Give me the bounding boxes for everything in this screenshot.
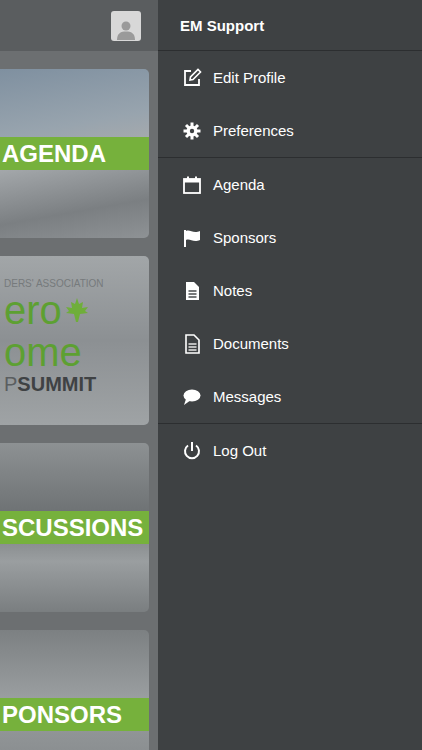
tile-card[interactable]: DERS' ASSOCIATIONeroomePSUMMIT <box>0 256 149 425</box>
menu-group: AgendaSponsorsNotesDocumentsMessages <box>158 158 422 424</box>
menu-item[interactable]: Preferences <box>158 104 422 157</box>
menu-item[interactable]: Documents <box>158 317 422 370</box>
tile-card[interactable]: SCUSSIONS <box>0 443 149 612</box>
tile-card[interactable]: PONSORS <box>0 630 149 750</box>
tile-label: AGENDA <box>0 137 149 170</box>
gear-icon <box>182 121 202 141</box>
menu-group: Edit ProfilePreferences <box>158 51 422 158</box>
doc-icon <box>182 334 202 354</box>
summit-logo: DERS' ASSOCIATIONeroomePSUMMIT <box>0 278 149 396</box>
notes-icon <box>182 281 202 301</box>
tile-label: PONSORS <box>0 698 149 731</box>
menu-item[interactable]: Sponsors <box>158 211 422 264</box>
power-icon <box>182 441 202 461</box>
menu-item[interactable]: Log Out <box>158 424 422 477</box>
avatar-button[interactable] <box>111 11 141 41</box>
tile-label: SCUSSIONS <box>0 511 149 544</box>
menu-item[interactable]: Agenda <box>158 158 422 211</box>
tile-card[interactable]: AGENDA <box>0 69 149 238</box>
top-bar <box>0 0 158 51</box>
menu-item[interactable]: Messages <box>158 370 422 423</box>
tile-list: AGENDA DERS' ASSOCIATIONeroomePSUMMIT SCUS… <box>0 51 158 750</box>
side-drawer: EM SupportEdit ProfilePreferencesAgendaS… <box>158 0 422 750</box>
maple-leaf-icon <box>64 297 90 323</box>
app-screen: AGENDA DERS' ASSOCIATIONeroomePSUMMIT SCUS… <box>0 0 422 750</box>
drawer-title: EM Support <box>158 0 422 51</box>
main-content: AGENDA DERS' ASSOCIATIONeroomePSUMMIT SCUS… <box>0 0 158 750</box>
flag-icon <box>182 228 202 248</box>
menu-item[interactable]: Notes <box>158 264 422 317</box>
menu-item[interactable]: Edit Profile <box>158 51 422 104</box>
edit-icon <box>182 68 202 88</box>
person-icon <box>115 19 137 41</box>
calendar-icon <box>182 175 202 195</box>
menu-group: Log Out <box>158 424 422 477</box>
chat-icon <box>182 387 202 407</box>
